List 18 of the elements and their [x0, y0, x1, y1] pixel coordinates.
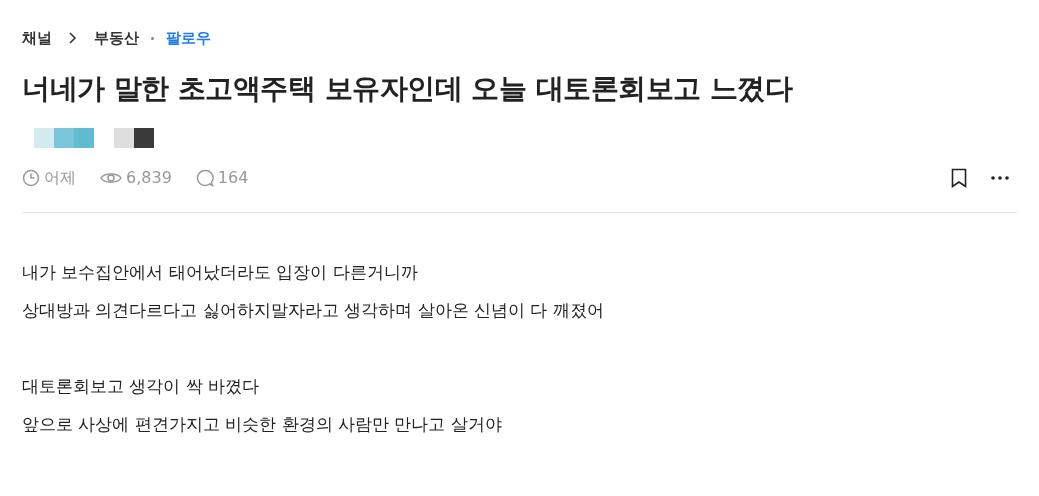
- post-time: 어제: [44, 167, 76, 189]
- body-text-line: 대토론회보고 생각이 싹 바꼈다: [22, 375, 261, 398]
- eye-icon: [100, 171, 122, 185]
- post-title: 너네가 말한 초고액주택 보유자인데 오늘 대토론회보고 느꼈다: [22, 71, 794, 107]
- body-text-line: 내가 보수집안에서 태어났더라도 입장이 다른거니까: [22, 261, 419, 284]
- channel-link[interactable]: 채널: [22, 26, 52, 50]
- category-link[interactable]: 부동산: [94, 26, 139, 50]
- separator-dot: [151, 36, 154, 40]
- comment-count: 164: [217, 167, 249, 189]
- body-text-line: 상대방과 의견다르다고 싫어하지말자라고 생각하며 살아온 신념이 다 깨졌어: [22, 299, 605, 322]
- view-count: 6,839: [126, 167, 172, 189]
- more-options-icon[interactable]: [991, 176, 1009, 180]
- clock-icon: [22, 169, 40, 187]
- body-text-line: 앞으로 사상에 편견가지고 비슷한 환경의 사람만 만나고 살거야: [22, 413, 503, 436]
- comment-icon: [195, 169, 214, 187]
- follow-link[interactable]: 팔로우: [166, 26, 211, 50]
- bookmark-icon[interactable]: [951, 168, 967, 188]
- chevron-right-icon: [68, 32, 78, 44]
